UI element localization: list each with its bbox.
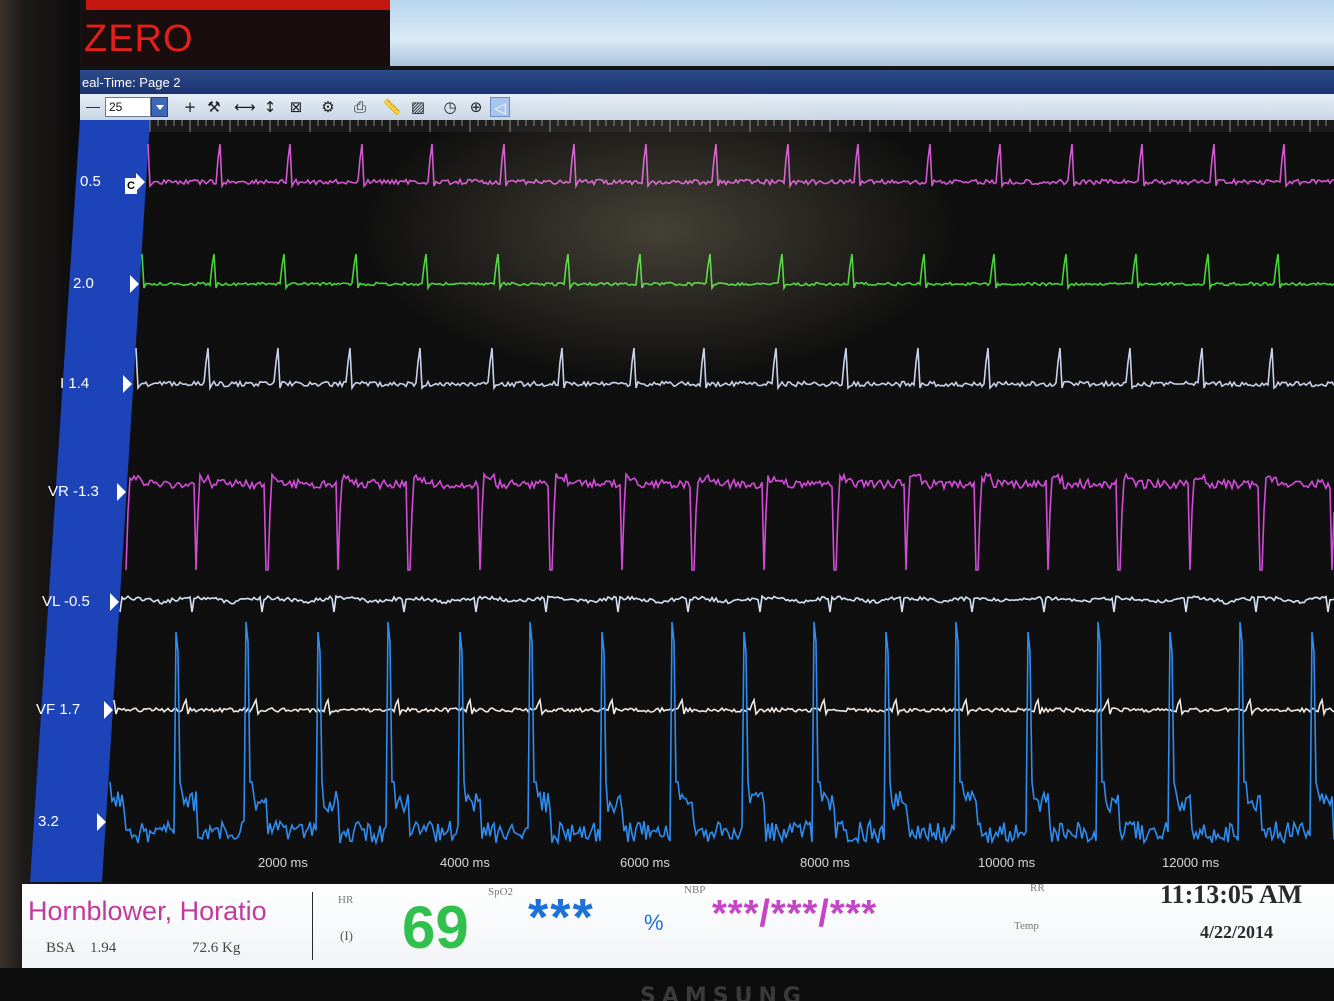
lead-label: VL -0.5: [42, 593, 90, 610]
time-axis-label: 4000 ms: [440, 855, 490, 870]
ecg-trace: [113, 697, 1334, 717]
ecg-traces: [30, 120, 1334, 882]
clock-time: 11:13:05 AM: [1160, 880, 1303, 909]
lead-label: VF 1.7: [36, 701, 81, 718]
spo2-label: SpO2: [488, 886, 514, 898]
spo2-unit: %: [644, 910, 664, 935]
lead-label: VR -1.3: [48, 483, 99, 500]
hr-label: HR: [338, 894, 354, 906]
spo2-value[interactable]: ***: [528, 888, 595, 948]
rr-label: RR: [1030, 882, 1045, 894]
lead-marker-icon[interactable]: [104, 701, 113, 719]
patient-name[interactable]: Hornblower, Horatio: [28, 896, 267, 927]
lead-marker-icon[interactable]: [97, 813, 106, 831]
lead-marker-icon[interactable]: [110, 593, 119, 611]
time-axis-label: 2000 ms: [258, 855, 308, 870]
ecg-trace: [147, 143, 1334, 190]
nbp-value[interactable]: ***/***/***: [712, 893, 877, 936]
ecg-trace: [125, 471, 1334, 571]
time-axis-label: 8000 ms: [800, 855, 850, 870]
lead-label: I 1.4: [60, 375, 90, 392]
hr-value[interactable]: 69: [402, 893, 469, 962]
clock-date: 4/22/2014: [1200, 922, 1274, 942]
lead-marker-icon[interactable]: [136, 173, 145, 191]
lead-panel: [30, 120, 150, 882]
lead-label: 3.2: [38, 813, 59, 830]
lead-label: 2.0: [73, 275, 94, 292]
ecg-trace: [119, 594, 1334, 613]
time-axis-label: 10000 ms: [978, 855, 1036, 870]
lead-label: 0.5: [80, 173, 101, 190]
temp-label: Temp: [1014, 920, 1039, 932]
status-divider: [312, 892, 313, 960]
lead-marker-icon[interactable]: [117, 483, 126, 501]
time-axis-label: 12000 ms: [1162, 855, 1220, 870]
ecg-trace: [135, 347, 1334, 391]
bsa-label: BSA: [46, 940, 76, 956]
calibration-marker-icon[interactable]: C: [125, 178, 137, 194]
hr-lead: (I): [340, 928, 353, 943]
lead-marker-icon[interactable]: [130, 275, 139, 293]
patient-weight: 72.6 Kg: [192, 940, 241, 956]
bsa-value: 1.94: [90, 940, 117, 956]
ecg-trace: [141, 253, 1334, 291]
nbp-label: NBP: [684, 884, 706, 896]
ecg-trace: [109, 621, 1334, 846]
lead-marker-icon[interactable]: [123, 375, 132, 393]
time-axis-label: 6000 ms: [620, 855, 670, 870]
